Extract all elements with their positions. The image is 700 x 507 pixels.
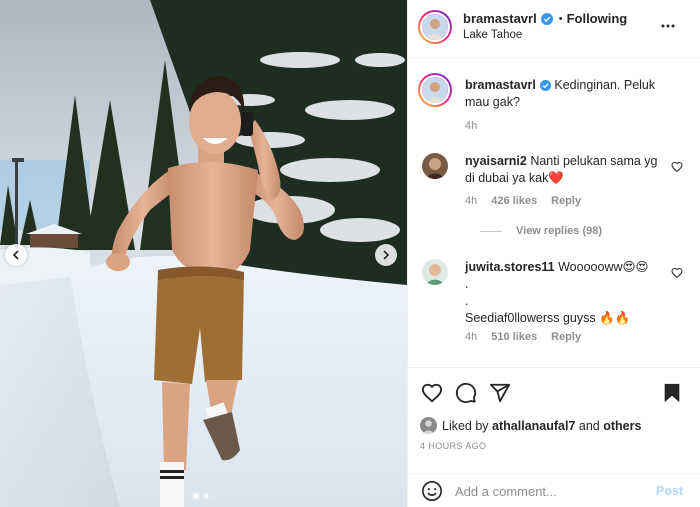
comment-body-line-4: Seediaf0llowerss guyss 🔥🔥	[465, 311, 631, 325]
view-replies-button[interactable]: View replies (98)	[480, 225, 602, 237]
liked-by-prefix: Liked by	[442, 418, 489, 433]
comment-reply-button[interactable]: Reply	[551, 195, 581, 207]
caption-avatar[interactable]	[418, 73, 452, 107]
comment-body: Woooooww😍😍	[558, 260, 649, 274]
photo-scene	[0, 0, 407, 507]
comment-item: nyaisarni2 Nanti pelukan sama yg di duba…	[420, 153, 690, 243]
avatar-image	[422, 153, 448, 179]
author-username[interactable]: bramastavrl	[463, 11, 537, 26]
post-side-panel: bramastavrl • Following Lake Tahoe brama…	[407, 0, 700, 507]
comment-text: nyaisarni2 Nanti pelukan sama yg di duba…	[465, 153, 670, 187]
avatar-image	[422, 14, 448, 40]
comment-likes[interactable]: 426 likes	[491, 195, 537, 207]
comment-icon[interactable]	[455, 382, 477, 404]
emoji-icon[interactable]	[421, 480, 443, 502]
comment-age[interactable]: 4h	[465, 195, 477, 207]
commenter-username[interactable]: nyaisarni2	[465, 154, 527, 168]
carousel-dot-1	[193, 493, 199, 499]
liker-avatar[interactable]	[420, 417, 437, 434]
caption-username[interactable]: bramastavrl	[465, 78, 536, 92]
header-user-line: bramastavrl • Following	[463, 11, 627, 26]
view-replies-label: View replies (98)	[516, 225, 603, 237]
share-icon[interactable]	[489, 382, 511, 404]
comment-body-line-3: .	[465, 294, 469, 308]
liked-by-and: and	[578, 418, 600, 433]
carousel-prev-button[interactable]	[5, 244, 27, 266]
caption-text: bramastavrl Kedinginan. Peluk mau gak?	[465, 77, 670, 111]
bookmark-icon[interactable]	[662, 382, 682, 404]
header-separator: •	[558, 12, 563, 25]
chevron-right-icon	[383, 250, 390, 260]
comment-age[interactable]: 4h	[465, 331, 477, 343]
comment-like-icon[interactable]	[671, 161, 683, 173]
comment-item: juwita.stores11 Woooooww😍😍 . . Seediaf0l…	[420, 259, 690, 359]
comment-input[interactable]	[455, 483, 645, 499]
comment-reply-button[interactable]: Reply	[551, 331, 581, 343]
comment-like-icon[interactable]	[671, 267, 683, 279]
liked-by-line: Liked by athallanaufal7 and others	[420, 417, 641, 434]
comment-body-line-2: .	[465, 277, 469, 291]
post-photo[interactable]	[0, 0, 407, 507]
avatar-image	[420, 417, 437, 434]
avatar-image	[422, 259, 448, 285]
carousel-dot-2	[203, 493, 209, 499]
commenter-username[interactable]: juwita.stores11	[465, 260, 555, 274]
heart-icon[interactable]	[421, 382, 443, 404]
comment-meta: 4h 510 likes Reply	[465, 331, 581, 343]
avatar-image	[422, 77, 448, 103]
comments-list[interactable]: bramastavrl Kedinginan. Peluk mau gak? 4…	[408, 59, 700, 367]
comment-composer: Post	[408, 473, 700, 507]
post-actions: Liked by athallanaufal7 and others 4 HOU…	[408, 367, 700, 507]
post-header: bramastavrl • Following Lake Tahoe	[408, 0, 700, 58]
caption-item: bramastavrl Kedinginan. Peluk mau gak? 4…	[418, 73, 690, 143]
comment-text: juwita.stores11 Woooooww😍😍 . . Seediaf0l…	[465, 259, 670, 327]
verified-badge-icon	[540, 12, 553, 25]
author-avatar[interactable]	[418, 10, 452, 44]
commenter-avatar[interactable]	[422, 259, 448, 285]
liker-username[interactable]: athallanaufal7	[492, 419, 575, 433]
liked-by-others[interactable]: others	[603, 419, 641, 433]
caption-age[interactable]: 4h	[465, 120, 477, 132]
post-location[interactable]: Lake Tahoe	[463, 29, 522, 41]
chevron-left-icon	[12, 250, 19, 260]
post-comment-button[interactable]: Post	[656, 484, 683, 498]
comment-meta: 4h 426 likes Reply	[465, 195, 581, 207]
more-options-icon[interactable]	[660, 18, 676, 34]
replies-divider	[480, 230, 502, 232]
verified-badge-icon	[539, 80, 551, 92]
following-button[interactable]: Following	[567, 11, 628, 26]
carousel-indicator	[193, 493, 209, 499]
comment-likes[interactable]: 510 likes	[491, 331, 537, 343]
post-timestamp[interactable]: 4 HOURS AGO	[420, 441, 486, 451]
carousel-next-button[interactable]	[375, 244, 397, 266]
commenter-avatar[interactable]	[422, 153, 448, 179]
caption-meta: 4h	[465, 120, 477, 132]
